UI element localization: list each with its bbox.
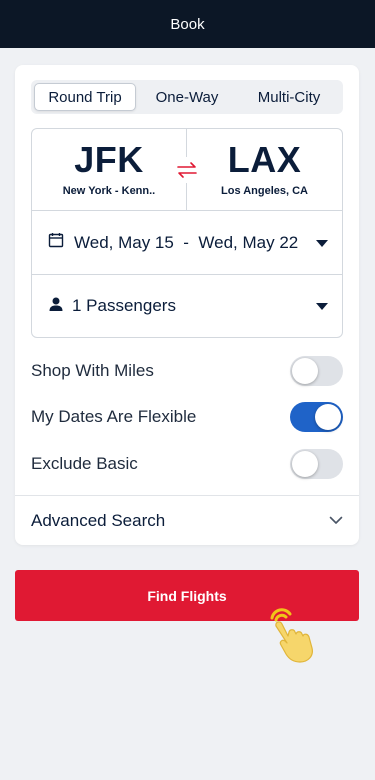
destination-code: LAX [227, 139, 302, 180]
advanced-search-label: Advanced Search [31, 510, 166, 530]
page-title: Book [170, 15, 205, 33]
origin-airport[interactable]: JFK New York - Kenn.. [32, 129, 187, 211]
option-flexible-dates: My Dates Are Flexible [31, 401, 343, 433]
tab-multi-city[interactable]: Multi-City [238, 83, 340, 111]
option-label: My Dates Are Flexible [31, 407, 197, 426]
destination-city: Los Angeles, CA [221, 185, 308, 197]
swap-arrows-icon[interactable] [174, 157, 200, 183]
shop-with-miles-toggle[interactable] [290, 356, 343, 386]
person-icon [48, 296, 64, 317]
flexible-dates-toggle[interactable] [290, 402, 343, 432]
option-label: Exclude Basic [31, 454, 138, 473]
advanced-search-row[interactable]: Advanced Search [15, 495, 359, 545]
passenger-selector[interactable]: 1 Passengers [32, 275, 342, 337]
booking-card: Round Trip One-Way Multi-City JFK New Yo… [15, 65, 359, 545]
search-form: JFK New York - Kenn.. LAX Los Angeles, C… [31, 128, 343, 338]
trip-type-selector: Round Trip One-Way Multi-City [31, 80, 343, 114]
option-shop-with-miles: Shop With Miles [31, 355, 343, 387]
origin-city: New York - Kenn.. [62, 185, 156, 197]
date-range-text: Wed, May 15 - Wed, May 22 [74, 232, 299, 252]
top-bar: Book [0, 0, 375, 48]
tab-round-trip[interactable]: Round Trip [34, 83, 136, 111]
tab-one-way[interactable]: One-Way [136, 83, 238, 111]
date-selector[interactable]: Wed, May 15 - Wed, May 22 [32, 211, 342, 275]
route-row: JFK New York - Kenn.. LAX Los Angeles, C… [32, 129, 342, 211]
tap-hand-icon [262, 604, 318, 664]
dropdown-caret-icon [316, 303, 328, 310]
passenger-count-text: 1 Passengers [72, 296, 176, 315]
option-label: Shop With Miles [31, 361, 154, 380]
exclude-basic-toggle[interactable] [290, 449, 343, 479]
option-exclude-basic: Exclude Basic [31, 448, 343, 480]
destination-airport[interactable]: LAX Los Angeles, CA [187, 129, 342, 211]
chevron-down-icon [329, 512, 343, 530]
origin-code: JFK [74, 139, 144, 180]
calendar-icon [48, 232, 64, 253]
dropdown-caret-icon [316, 239, 328, 247]
